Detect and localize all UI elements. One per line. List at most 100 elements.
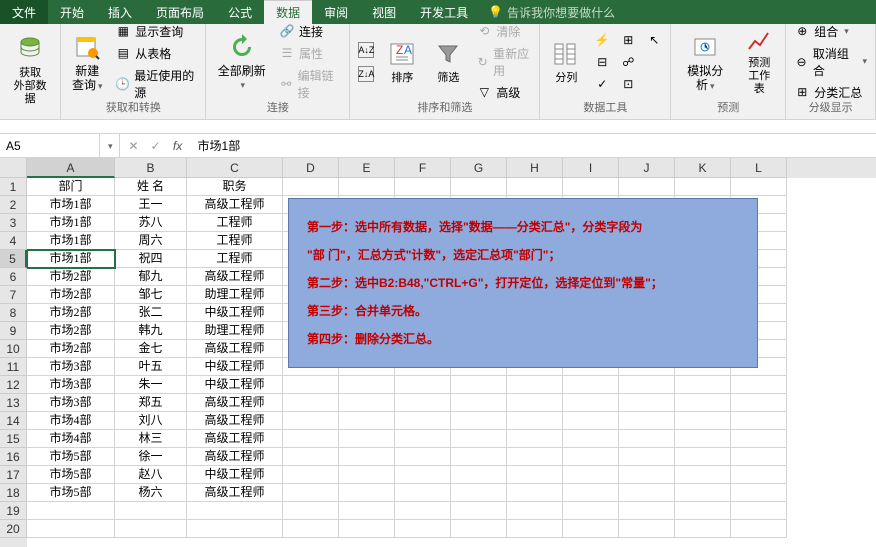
cell-A15[interactable]: 市场4部 — [27, 430, 115, 448]
cell-H12[interactable] — [507, 376, 563, 394]
cell-K17[interactable] — [675, 466, 731, 484]
cell-E18[interactable] — [339, 484, 395, 502]
cell-G16[interactable] — [451, 448, 507, 466]
cell-F16[interactable] — [395, 448, 451, 466]
cell-I19[interactable] — [563, 502, 619, 520]
fx-button[interactable]: fx — [168, 136, 188, 156]
cell-I13[interactable] — [563, 394, 619, 412]
cell-B10[interactable]: 金七 — [115, 340, 187, 358]
cell-C1[interactable]: 职务 — [187, 178, 283, 196]
cell-F20[interactable] — [395, 520, 451, 538]
formula-input[interactable]: 市场1部 — [192, 137, 876, 154]
tab-视图[interactable]: 视图 — [360, 0, 408, 24]
cell-A9[interactable]: 市场2部 — [27, 322, 115, 340]
cell-B19[interactable] — [115, 502, 187, 520]
col-header-B[interactable]: B — [115, 158, 187, 178]
cell-B11[interactable]: 叶五 — [115, 358, 187, 376]
cell-J17[interactable] — [619, 466, 675, 484]
cell-J19[interactable] — [619, 502, 675, 520]
cursor-icon-button[interactable]: ↖ — [642, 30, 666, 50]
row-header-8[interactable]: 8 — [0, 304, 27, 322]
cell-C3[interactable]: 工程师 — [187, 214, 283, 232]
flash-fill-button[interactable]: ⚡ — [590, 30, 614, 50]
cell-E19[interactable] — [339, 502, 395, 520]
cell-A16[interactable]: 市场5部 — [27, 448, 115, 466]
cell-F14[interactable] — [395, 412, 451, 430]
cell-J12[interactable] — [619, 376, 675, 394]
col-header-C[interactable]: C — [187, 158, 283, 178]
cell-C19[interactable] — [187, 502, 283, 520]
cell-I12[interactable] — [563, 376, 619, 394]
cell-C6[interactable]: 高级工程师 — [187, 268, 283, 286]
cell-B4[interactable]: 周六 — [115, 232, 187, 250]
cell-B12[interactable]: 朱一 — [115, 376, 187, 394]
cell-K19[interactable] — [675, 502, 731, 520]
cell-B18[interactable]: 杨六 — [115, 484, 187, 502]
cell-J15[interactable] — [619, 430, 675, 448]
cell-J1[interactable] — [619, 178, 675, 196]
row-header-13[interactable]: 13 — [0, 394, 27, 412]
cell-I15[interactable] — [563, 430, 619, 448]
cell-E15[interactable] — [339, 430, 395, 448]
row-header-6[interactable]: 6 — [0, 268, 27, 286]
cell-E12[interactable] — [339, 376, 395, 394]
cell-A3[interactable]: 市场1部 — [27, 214, 115, 232]
cell-A17[interactable]: 市场5部 — [27, 466, 115, 484]
row-header-9[interactable]: 9 — [0, 322, 27, 340]
cell-H15[interactable] — [507, 430, 563, 448]
row-header-19[interactable]: 19 — [0, 502, 27, 520]
show-queries-button[interactable]: ▦显示查询 — [111, 21, 201, 42]
whatif-button[interactable]: 模拟分析▾ — [675, 26, 735, 97]
cell-A13[interactable]: 市场3部 — [27, 394, 115, 412]
col-header-I[interactable]: I — [563, 158, 619, 178]
cell-C2[interactable]: 高级工程师 — [187, 196, 283, 214]
cell-L16[interactable] — [731, 448, 787, 466]
cell-D16[interactable] — [283, 448, 339, 466]
cell-B20[interactable] — [115, 520, 187, 538]
cell-D13[interactable] — [283, 394, 339, 412]
consolidate-button[interactable]: ⊞ — [616, 30, 640, 50]
cell-L13[interactable] — [731, 394, 787, 412]
cell-B14[interactable]: 刘八 — [115, 412, 187, 430]
cell-D14[interactable] — [283, 412, 339, 430]
name-box-dropdown-icon[interactable]: ▾ — [102, 134, 120, 158]
cell-I17[interactable] — [563, 466, 619, 484]
filter-button[interactable]: 筛选 — [426, 26, 470, 97]
cell-E13[interactable] — [339, 394, 395, 412]
row-header-3[interactable]: 3 — [0, 214, 27, 232]
col-header-A[interactable]: A — [27, 158, 115, 178]
cell-I1[interactable] — [563, 178, 619, 196]
cell-F13[interactable] — [395, 394, 451, 412]
cell-D18[interactable] — [283, 484, 339, 502]
cell-H1[interactable] — [507, 178, 563, 196]
cell-J20[interactable] — [619, 520, 675, 538]
col-header-L[interactable]: L — [731, 158, 787, 178]
cell-B7[interactable]: 邹七 — [115, 286, 187, 304]
cell-I18[interactable] — [563, 484, 619, 502]
tell-me-hint[interactable]: 💡 告诉我你想要做什么 — [488, 4, 615, 21]
cell-G1[interactable] — [451, 178, 507, 196]
col-header-K[interactable]: K — [675, 158, 731, 178]
cell-L15[interactable] — [731, 430, 787, 448]
clear-filter-button[interactable]: ⟲清除 — [472, 21, 535, 42]
row-header-15[interactable]: 15 — [0, 430, 27, 448]
cell-J16[interactable] — [619, 448, 675, 466]
cell-E1[interactable] — [339, 178, 395, 196]
cell-C11[interactable]: 中级工程师 — [187, 358, 283, 376]
cell-D19[interactable] — [283, 502, 339, 520]
remove-dup-button[interactable]: ⊟ — [590, 52, 614, 72]
cell-C8[interactable]: 中级工程师 — [187, 304, 283, 322]
manage-model-button[interactable]: ⊡ — [616, 74, 640, 94]
tab-开发工具[interactable]: 开发工具 — [408, 0, 480, 24]
row-header-11[interactable]: 11 — [0, 358, 27, 376]
cell-A14[interactable]: 市场4部 — [27, 412, 115, 430]
cell-B13[interactable]: 郑五 — [115, 394, 187, 412]
cell-L1[interactable] — [731, 178, 787, 196]
cell-K1[interactable] — [675, 178, 731, 196]
cell-D1[interactable] — [283, 178, 339, 196]
cell-L20[interactable] — [731, 520, 787, 538]
properties-button[interactable]: ☰属性 — [275, 43, 345, 64]
cell-F19[interactable] — [395, 502, 451, 520]
from-table-button[interactable]: ▤从表格 — [111, 43, 201, 64]
col-header-H[interactable]: H — [507, 158, 563, 178]
